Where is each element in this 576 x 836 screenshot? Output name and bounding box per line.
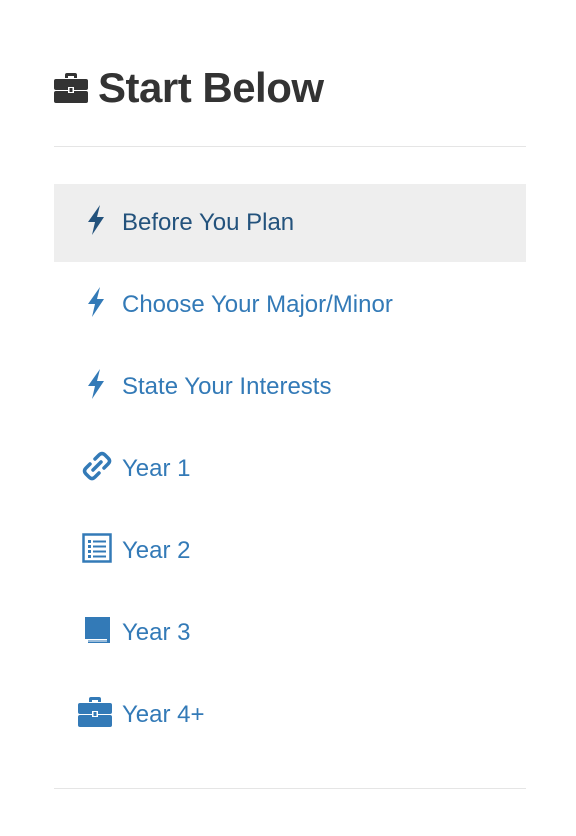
page-title: Start Below	[98, 64, 324, 111]
nav-item-year-1[interactable]: Year 1	[54, 430, 526, 508]
nav-list: Before You Plan Choose Your Major/Minor …	[54, 184, 526, 758]
bolt-icon	[82, 369, 112, 399]
nav-item-label: Year 2	[122, 537, 191, 564]
bolt-icon	[82, 205, 112, 235]
nav-item-label: Year 3	[122, 619, 191, 646]
nav-item-choose-major-minor[interactable]: Choose Your Major/Minor	[54, 266, 526, 344]
nav-item-year-4-plus[interactable]: Year 4+	[54, 676, 526, 754]
nav-item-label: Before You Plan	[122, 209, 295, 236]
nav-item-label: State Your Interests	[122, 373, 332, 400]
divider-bottom	[54, 788, 526, 789]
book-icon	[82, 615, 112, 645]
nav-item-year-2[interactable]: Year 2	[54, 512, 526, 590]
nav-item-label: Choose Your Major/Minor	[122, 291, 393, 318]
briefcase-icon	[54, 73, 88, 103]
nav-item-label: Year 1	[122, 455, 191, 482]
nav-item-state-interests[interactable]: State Your Interests	[54, 348, 526, 426]
nav-item-before-you-plan[interactable]: Before You Plan	[54, 184, 526, 262]
link-icon	[82, 451, 112, 481]
nav-item-label: Year 4+	[122, 701, 205, 728]
briefcase-icon	[78, 697, 112, 727]
list-alt-icon	[82, 533, 112, 563]
nav-item-year-3[interactable]: Year 3	[54, 594, 526, 672]
divider-top	[54, 146, 526, 147]
bolt-icon	[82, 287, 112, 317]
panel-header: Start Below	[54, 62, 324, 114]
